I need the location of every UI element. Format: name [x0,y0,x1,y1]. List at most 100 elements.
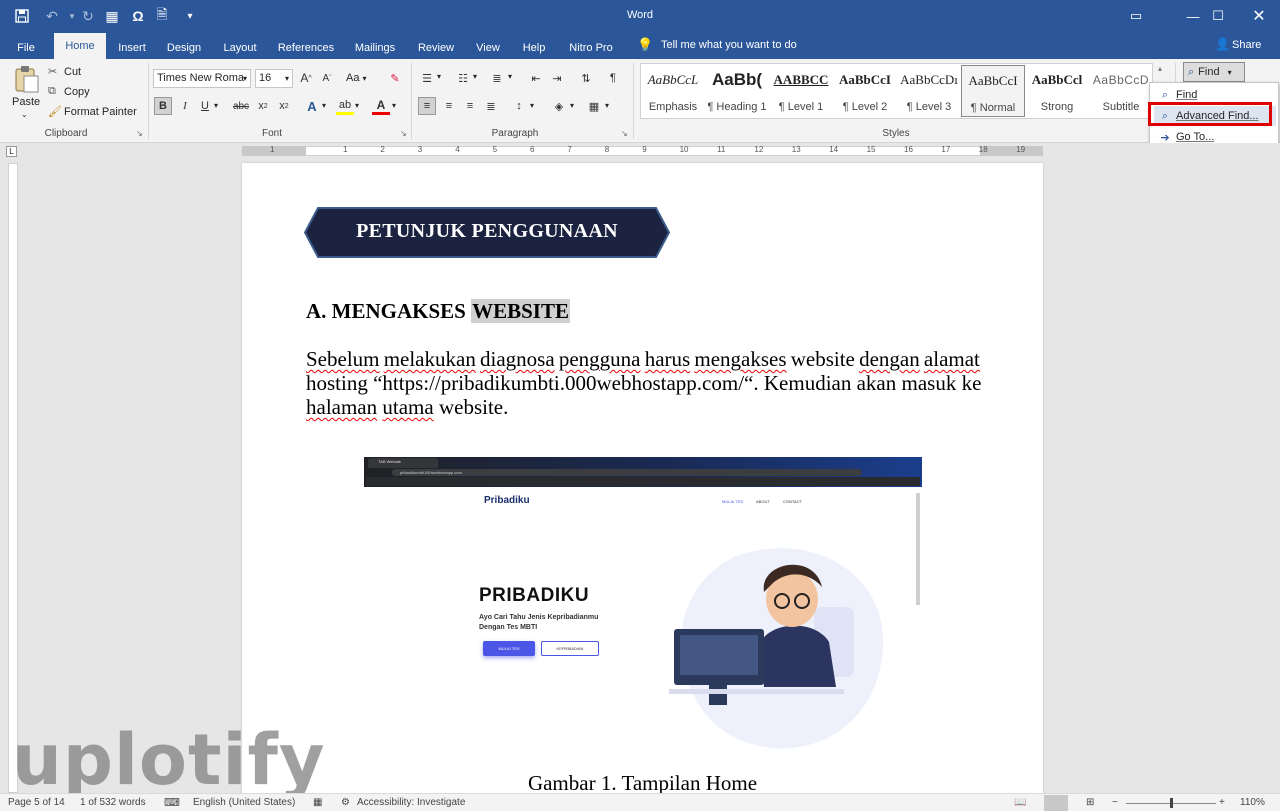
style-preview: AaBbCcD [1092,73,1150,87]
copy-button[interactable]: ⧉ Copy [48,85,90,98]
tab-mailings[interactable]: Mailings [350,37,400,59]
tab-references[interactable]: References [276,37,336,59]
chevron-down-icon[interactable]: ▾ [214,101,218,110]
clear-formatting-icon[interactable]: ✎ [386,69,404,87]
zoom-out-icon[interactable]: − [1112,796,1118,810]
copy-label: Copy [64,85,90,98]
grow-font-icon[interactable]: A ^ [297,69,315,87]
print-layout-icon[interactable] [1044,795,1068,811]
paragraph-launcher-icon[interactable]: ↘ [621,129,628,138]
find-button[interactable]: ⌕ Find ▾ [1183,62,1245,82]
numbering-icon[interactable]: ☷ [454,69,472,87]
tab-view[interactable]: View [470,37,506,59]
show-marks-icon[interactable]: ¶ [604,69,622,87]
bullets-icon[interactable]: ☰ [418,69,436,87]
style-level-1[interactable]: AABBCC ¶ Level 1 [769,65,833,117]
language-status[interactable]: English (United States) [193,796,295,810]
increase-indent-icon[interactable]: ⇥ [548,69,566,87]
style-preview: AaBbCcDı [900,72,958,87]
sort-icon[interactable]: ⇅ [577,69,595,87]
highlight-color-icon[interactable]: ab [336,97,354,115]
style-level-3[interactable]: AaBbCcDı ¶ Level 3 [897,65,961,117]
web-layout-icon[interactable]: ⊞ [1086,796,1094,810]
tab-selector[interactable]: L [6,146,17,157]
close-icon[interactable]: ✕ [1236,0,1280,32]
multilevel-list-icon[interactable]: ≣ [488,69,506,87]
subscript-icon[interactable]: x2 [254,97,272,115]
word-count[interactable]: 1 of 532 words [80,796,146,810]
underline-icon[interactable]: U [196,97,214,115]
zoom-level[interactable]: 110% [1240,796,1265,810]
chevron-down-icon[interactable]: ▾ [570,101,574,110]
maximize-icon[interactable]: ☐ [1195,0,1241,32]
style-subtitle[interactable]: AaBbCcD Subtitle [1089,65,1153,117]
style-name: ¶ Level 3 [906,101,952,113]
format-painter-button[interactable]: 🖌 Format Painter [48,105,137,119]
bold-icon[interactable]: B [154,97,172,115]
superscript-icon[interactable]: x2 [275,97,293,115]
tab-design[interactable]: Design [162,37,206,59]
paste-dropdown-icon[interactable]: ⌄ [21,110,28,119]
tab-help[interactable]: Help [518,37,550,59]
decrease-indent-icon[interactable]: ⇤ [527,69,545,87]
line-spacing-icon[interactable]: ↕ [510,97,528,115]
zoom-in-icon[interactable]: + [1219,796,1225,810]
borders-icon[interactable]: ▦ [585,97,603,115]
share-button[interactable]: Share [1232,39,1261,51]
tab-home[interactable]: Home [54,33,106,59]
align-center-icon[interactable]: ≡ [440,97,458,115]
vertical-ruler[interactable] [8,163,18,793]
style-normal[interactable]: AaBbCcI ¶ Normal [961,65,1025,117]
style-name: ¶ Normal [970,102,1016,114]
style-level-2[interactable]: AaBbCcI ¶ Level 2 [833,65,897,117]
shading-icon[interactable]: ◈ [550,97,568,115]
ribbon-display-icon[interactable]: ▭ [1113,0,1159,32]
accessibility-status[interactable]: Accessibility: Investigate [357,796,465,810]
tab-file[interactable]: File [6,37,46,59]
tell-me-search[interactable]: Tell me what you want to do [661,39,797,51]
italic-icon[interactable]: I [176,97,194,115]
chevron-down-icon[interactable]: ▾ [530,101,534,110]
strikethrough-icon[interactable]: abc [232,97,250,115]
chevron-down-icon[interactable]: ▾ [392,101,396,110]
macro-icon[interactable]: ▦ [313,796,322,810]
accessibility-icon[interactable]: ⚙ [341,796,350,810]
font-launcher-icon[interactable]: ↘ [400,129,407,138]
style-name: Strong [1040,101,1074,113]
read-mode-icon[interactable]: 📖 [1014,796,1026,810]
tab-layout[interactable]: Layout [218,37,262,59]
font-color-icon[interactable]: A [372,97,390,115]
clipboard-launcher-icon[interactable]: ↘ [136,129,143,138]
styles-scroll-up-icon[interactable]: ▴ [1154,64,1166,82]
font-name-select[interactable]: Times New Roma ▾ [153,69,251,88]
share-icon[interactable]: 👤 [1215,37,1230,51]
font-size-select[interactable]: 16 ▾ [255,69,293,88]
chevron-down-icon[interactable]: ▾ [437,72,441,81]
style-emphasis[interactable]: AaBbCcL Emphasis [641,65,705,117]
embedded-screenshot[interactable]: TAB Website pribadikumbti.000webhostapp.… [364,457,922,754]
tab-insert[interactable]: Insert [112,37,152,59]
section-heading[interactable]: A. MENGAKSES WEBSITE [306,299,570,324]
cut-button[interactable]: ✂ Cut [48,65,81,79]
chevron-down-icon[interactable]: ▾ [355,101,359,110]
paste-icon[interactable] [14,65,40,93]
style-strong[interactable]: AaBbCcl Strong [1025,65,1089,117]
tab-review[interactable]: Review [414,37,458,59]
text-effects-icon[interactable]: A [303,97,321,115]
shrink-font-icon[interactable]: Aˇ [318,69,336,87]
page-count[interactable]: Page 5 of 14 [8,796,65,810]
chevron-down-icon[interactable]: ▾ [322,101,326,110]
chevron-down-icon[interactable]: ▾ [508,72,512,81]
paste-button[interactable]: Paste [12,96,40,108]
align-right-icon[interactable]: ≡ [461,97,479,115]
proofing-icon[interactable]: ⌨ [164,796,180,810]
zoom-slider-thumb[interactable] [1170,798,1173,808]
tab-nitro-pro[interactable]: Nitro Pro [562,37,620,59]
body-paragraph[interactable]: Sebelum melakukan diagnosa pengguna haru… [306,347,981,419]
change-case-button[interactable]: Aa ▾ [346,69,366,87]
chevron-down-icon[interactable]: ▾ [605,101,609,110]
align-left-icon[interactable]: ≡ [418,97,436,115]
chevron-down-icon[interactable]: ▾ [473,72,477,81]
justify-icon[interactable]: ≣ [482,97,500,115]
style-heading-1[interactable]: AaBb(¶ Heading 1 [705,65,769,117]
